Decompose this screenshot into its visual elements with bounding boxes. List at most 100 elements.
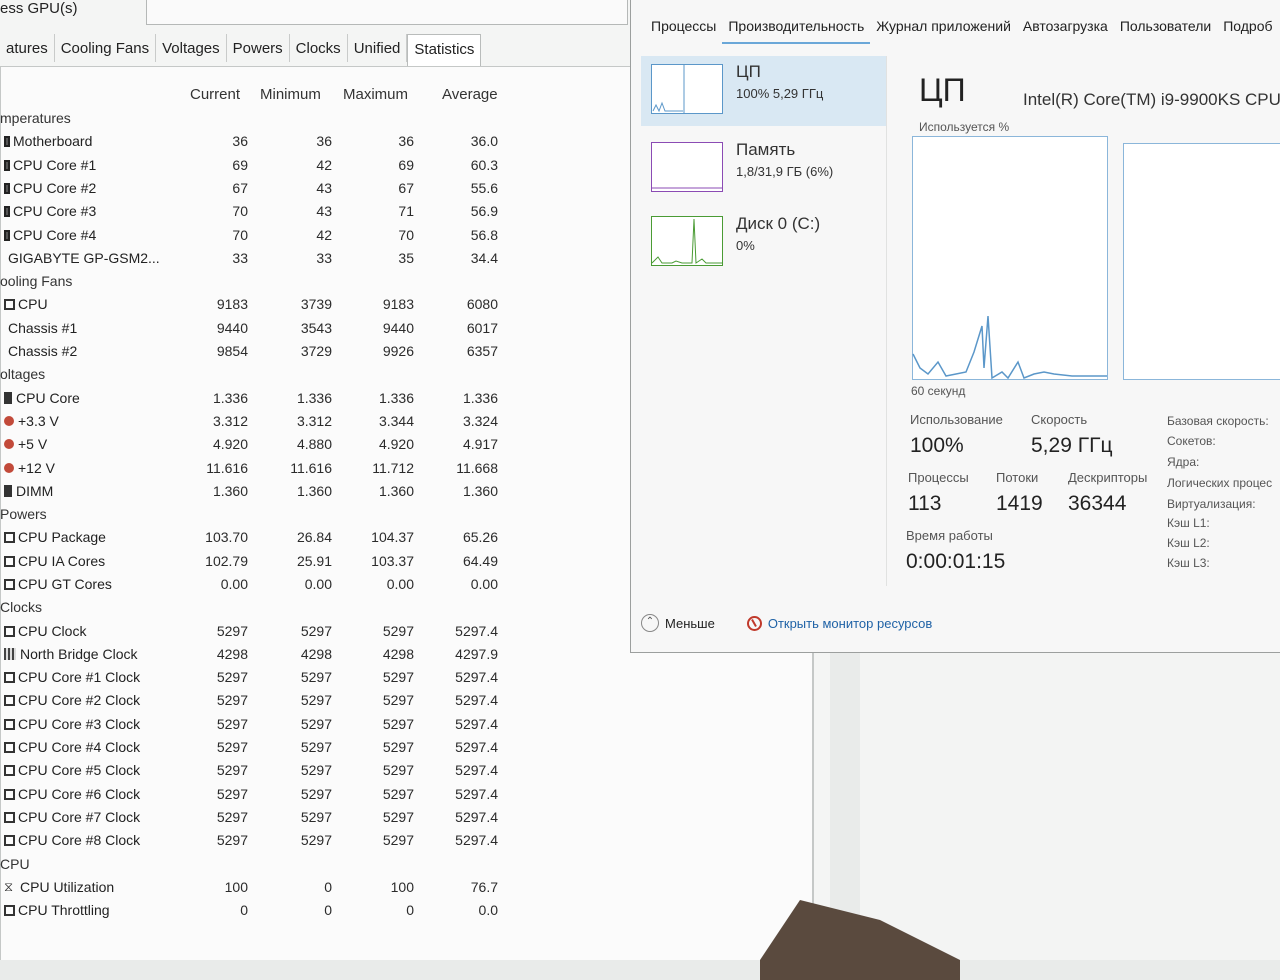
sensor-row[interactable]: ⧖CPU Utilization100010076.7: [0, 879, 520, 901]
tab-unified[interactable]: Unified: [348, 34, 408, 62]
uptime-value: 0:00:01:15: [906, 550, 1005, 574]
sensor-row[interactable]: CPU Core #169426960.3: [0, 157, 520, 179]
hw-tab-bar: atures Cooling Fans Voltages Powers Cloc…: [0, 34, 481, 68]
sensor-label: CPU Core #4 Clock: [4, 739, 140, 755]
sensor-row[interactable]: CPU Core #7 Clock5297529752975297.4: [0, 809, 520, 831]
label-text: Clocks: [0, 599, 42, 615]
sensor-row[interactable]: CPU Core #4 Clock5297529752975297.4: [0, 739, 520, 761]
sensor-row[interactable]: CPU Core #370437156.9: [0, 203, 520, 225]
sensor-row[interactable]: +3.3 V3.3123.3123.3443.324: [0, 413, 520, 435]
sensor-chip-icon: [4, 626, 15, 637]
resource-memory-value: 1,8/31,9 ГБ (6%): [736, 164, 833, 179]
maximum-value: 5297: [344, 692, 414, 708]
tab-powers[interactable]: Powers: [227, 34, 290, 62]
temperature-sensor-icon: [4, 206, 10, 217]
sensor-row[interactable]: CPU Throttling0000.0: [0, 902, 520, 924]
current-value: 4298: [178, 646, 248, 662]
tab-startup[interactable]: Автозагрузка: [1017, 14, 1114, 44]
sensor-row[interactable]: North Bridge Clock4298429842984297.9: [0, 646, 520, 668]
speed-value: 5,29 ГГц: [1031, 434, 1112, 458]
sensor-group-header[interactable]: oltages: [0, 366, 520, 388]
sensor-row[interactable]: DIMM1.3601.3601.3601.360: [0, 483, 520, 505]
label-text: GIGABYTE GP-GSM2...: [8, 250, 160, 266]
tab-details[interactable]: Подроб: [1217, 14, 1278, 44]
sensor-row[interactable]: CPU Core #1 Clock5297529752975297.4: [0, 669, 520, 691]
tab-statistics[interactable]: Statistics: [407, 34, 481, 68]
sensor-row[interactable]: Chassis #19440354394406017: [0, 320, 520, 342]
sensor-row[interactable]: CPU Core #6 Clock5297529752975297.4: [0, 786, 520, 808]
average-value: 55.6: [428, 180, 498, 196]
minimum-value: 5297: [262, 786, 332, 802]
current-value: 5297: [178, 716, 248, 732]
sensor-chip-icon: [4, 905, 15, 916]
sensor-row[interactable]: +5 V4.9204.8804.9204.917: [0, 436, 520, 458]
uptime-label: Время работы: [906, 528, 993, 543]
sensor-row[interactable]: CPU Core #5 Clock5297529752975297.4: [0, 762, 520, 784]
tab-clocks[interactable]: Clocks: [290, 34, 348, 62]
sensor-group-header[interactable]: CPU: [0, 856, 520, 878]
tab-performance[interactable]: Производительность: [722, 14, 870, 44]
minimum-value: 43: [262, 203, 332, 219]
sensor-label: +12 V: [4, 460, 55, 476]
column-header-current[interactable]: Current: [190, 86, 240, 103]
sensor-row[interactable]: Motherboard36363636.0: [0, 133, 520, 155]
sensor-group-header[interactable]: ooling Fans: [0, 273, 520, 295]
disk-thumbnail-graph: [651, 216, 723, 266]
minimum-value: 1.336: [262, 390, 332, 406]
sensor-row[interactable]: CPU Package103.7026.84104.3765.26: [0, 529, 520, 551]
sensor-label: CPU Core #4: [4, 227, 96, 243]
tab-processes[interactable]: Процессы: [645, 14, 722, 44]
tab-app-history[interactable]: Журнал приложений: [870, 14, 1017, 44]
gpu-select-box[interactable]: [146, 0, 628, 25]
sensor-row[interactable]: CPU GT Cores0.000.000.000.00: [0, 576, 520, 598]
average-value: 5297.4: [428, 786, 498, 802]
sensor-label: CPU Core #1: [4, 157, 96, 173]
sensor-group-header[interactable]: Clocks: [0, 599, 520, 621]
maximum-value: 0.00: [344, 576, 414, 592]
resource-memory[interactable]: Память 1,8/31,9 ГБ (6%): [641, 134, 886, 204]
average-value: 5297.4: [428, 669, 498, 685]
sensor-row[interactable]: GIGABYTE GP-GSM2...33333534.4: [0, 250, 520, 272]
l3-cache-label: Кэш L3:: [1167, 556, 1210, 570]
column-header-average[interactable]: Average: [442, 86, 498, 103]
chevron-up-icon[interactable]: ⌃: [641, 614, 659, 632]
sensor-row[interactable]: CPU IA Cores102.7925.91103.3764.49: [0, 553, 520, 575]
sensor-row[interactable]: CPU Core1.3361.3361.3361.336: [0, 390, 520, 412]
sensor-group-header[interactable]: Powers: [0, 506, 520, 528]
current-value: 5297: [178, 762, 248, 778]
column-header-minimum[interactable]: Minimum: [260, 86, 321, 103]
open-resource-monitor-link[interactable]: Открыть монитор ресурсов: [768, 616, 932, 631]
sensor-label: CPU Core #1 Clock: [4, 669, 140, 685]
sensor-chip-icon: [4, 742, 15, 753]
sensor-row[interactable]: Chassis #29854372999266357: [0, 343, 520, 365]
sockets-label: Сокетов:: [1167, 434, 1216, 448]
tab-users[interactable]: Пользователи: [1114, 14, 1217, 44]
sensor-row[interactable]: CPU Core #267436755.6: [0, 180, 520, 202]
maximum-value: 5297: [344, 809, 414, 825]
voltage-rail-icon: [4, 416, 14, 426]
sensor-row[interactable]: +12 V11.61611.61611.71211.668: [0, 460, 520, 482]
sensor-row[interactable]: CPU Core #3 Clock5297529752975297.4: [0, 716, 520, 738]
sensor-row[interactable]: CPU Clock5297529752975297.4: [0, 623, 520, 645]
average-value: 5297.4: [428, 739, 498, 755]
temperature-sensor-icon: [4, 136, 10, 147]
tab-voltages[interactable]: Voltages: [156, 34, 227, 62]
fewer-details-button[interactable]: Меньше: [665, 616, 715, 631]
temperature-sensor-icon: [4, 183, 10, 194]
column-header-maximum[interactable]: Maximum: [343, 86, 408, 103]
average-value: 56.8: [428, 227, 498, 243]
average-value: 4297.9: [428, 646, 498, 662]
sensor-row[interactable]: CPU Core #2 Clock5297529752975297.4: [0, 692, 520, 714]
tab-cooling-fans[interactable]: Cooling Fans: [55, 34, 156, 62]
average-value: 34.4: [428, 250, 498, 266]
resource-disk[interactable]: Диск 0 (C:) 0%: [641, 208, 886, 278]
sensor-row[interactable]: CPU Core #8 Clock5297529752975297.4: [0, 832, 520, 854]
label-text: CPU Core #1 Clock: [18, 669, 140, 685]
cores-label: Ядра:: [1167, 455, 1199, 469]
resource-cpu-name: ЦП: [736, 62, 761, 82]
tab-temperatures[interactable]: atures: [0, 34, 55, 62]
sensor-group-header[interactable]: mperatures: [0, 110, 520, 132]
sensor-row[interactable]: CPU Core #470427056.8: [0, 227, 520, 249]
resource-cpu[interactable]: ЦП 100% 5,29 ГГц: [641, 56, 886, 126]
sensor-row[interactable]: CPU9183373991836080: [0, 296, 520, 318]
